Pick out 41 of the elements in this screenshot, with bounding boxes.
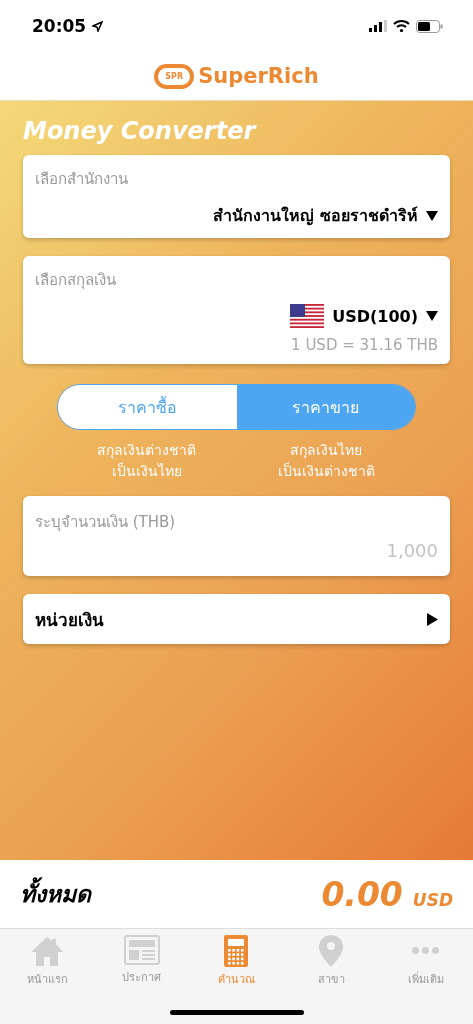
flag-icon [290, 304, 325, 328]
denomination-label: หน่วยเงิน [35, 608, 104, 632]
rate-option[interactable]: ราคาขาย [236, 385, 415, 429]
wifi-icon [393, 20, 410, 32]
currency-select[interactable]: เลือกสกุลเงิน USD(100) 1 USD = 31.16 THB [23, 256, 450, 364]
denomination-row[interactable]: หน่วยเงิน [23, 594, 450, 644]
map-pin-icon [319, 935, 344, 967]
amount-placeholder: 1,000 [385, 540, 438, 561]
selected-branch: สำนักงานใหญ่ ซอยราชดำริห์ [213, 205, 418, 228]
rate-caption: สกุลเงินต่างชาติ เป็นเงินไทย [96, 441, 198, 481]
page-title: Money Converter [23, 117, 258, 145]
tab-item[interactable]: เพิ่มเติม [378, 935, 473, 988]
field-label: เลือกสำนักงาน [35, 169, 129, 190]
tab-item[interactable]: สาขา [283, 935, 379, 988]
newspaper-icon [123, 935, 160, 965]
logo-mark: SPR [154, 63, 195, 89]
total-amount: 0.00 [321, 874, 403, 914]
amount-field[interactable]: ระบุจำนวนเงิน (THB) 1,000 [23, 496, 450, 576]
dropdown-caret-icon [426, 210, 438, 221]
logo-text: SuperRich [198, 64, 319, 88]
location-arrow-icon [92, 20, 104, 32]
dropdown-caret-icon [426, 311, 438, 321]
status-time: 20:05 [32, 16, 87, 36]
field-label: เลือกสกุลเงิน [35, 270, 117, 292]
rate-option[interactable]: ราคาซื้อ [58, 385, 237, 429]
signal-icon [369, 20, 387, 32]
tab-item[interactable]: ประกาศ [94, 935, 190, 988]
field-label: ระบุจำนวนเงิน (THB) [35, 512, 177, 534]
tab-item[interactable]: คำนวณ [189, 935, 284, 988]
total-currency: USD [412, 889, 453, 910]
selected-currency: USD(100) [332, 306, 418, 326]
calculator-icon [224, 935, 249, 967]
battery-icon [416, 19, 443, 33]
rate-caption: สกุลเงินไทย เป็นเงินต่างชาติ [276, 441, 376, 481]
more-dots-icon [412, 947, 440, 954]
branch-select[interactable]: เลือกสำนักงาน สำนักงานใหญ่ ซอยราชดำริห์ [23, 155, 450, 238]
exchange-rate: 1 USD = 31.16 THB [290, 336, 438, 354]
home-icon [30, 935, 65, 967]
play-arrow-icon [427, 612, 438, 626]
total-label: ทั้งหมด [20, 876, 91, 912]
tab-item[interactable]: หน้าแรก [0, 935, 95, 988]
